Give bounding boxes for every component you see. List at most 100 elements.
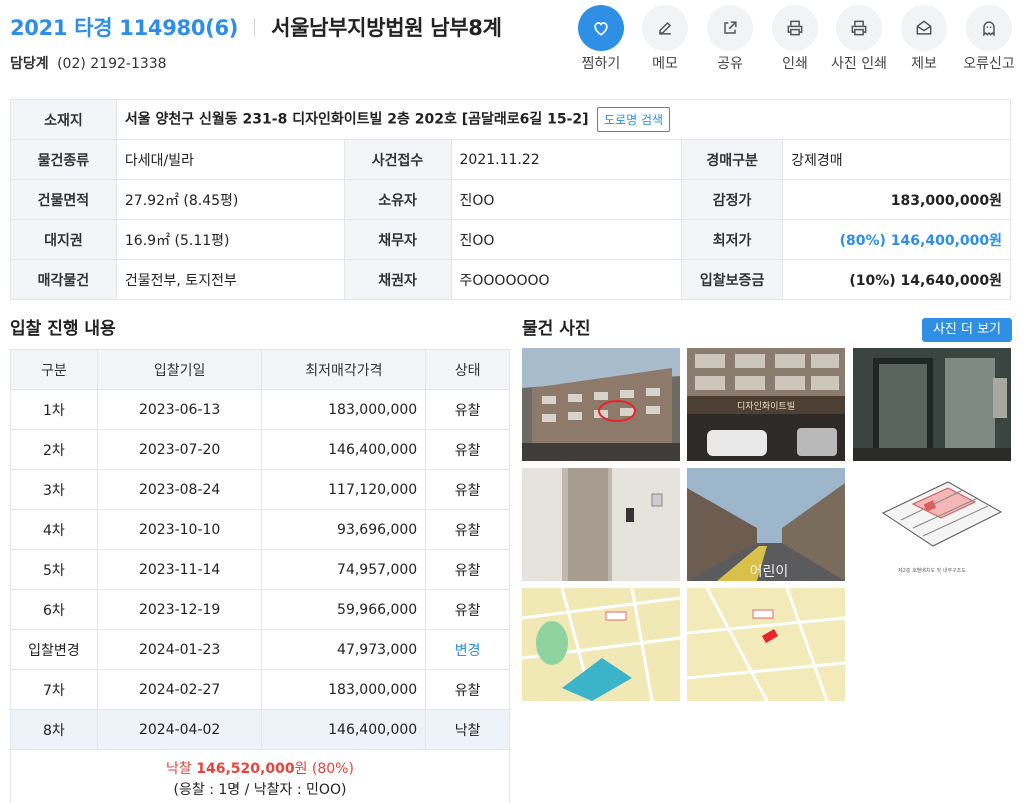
favorite-label: 찜하기	[581, 56, 621, 72]
case-number: 2021 타경 114980(6)	[10, 16, 239, 40]
info-label: 건물면적	[10, 179, 117, 220]
table-row: 7차 2024-02-27 183,000,000 유찰	[10, 669, 510, 710]
bid-status: 유찰	[425, 429, 510, 470]
print-label: 인쇄	[782, 56, 808, 72]
address-row: 소재지 서울 양천구 신월동 231-8 디자인화이트빌 2층 202호 [곰달…	[10, 99, 1012, 140]
info-value: 건물전부, 토지전부	[115, 259, 345, 300]
info-value: 2021.11.22	[450, 139, 683, 180]
bid-price: 93,696,000	[261, 509, 427, 550]
bid-round: 2차	[10, 429, 98, 470]
bid-price: 183,000,000	[261, 669, 427, 710]
edit-icon	[642, 5, 688, 51]
bid-date: 2024-02-27	[96, 669, 263, 710]
bid-price: 146,400,000	[261, 429, 427, 470]
floor-plan-image[interactable]: 제2층 호별배치도 및 내부구조도	[853, 468, 1011, 581]
share-button[interactable]: 공유	[698, 4, 762, 72]
property-photo[interactable]: 디자인화이트빌	[687, 348, 845, 461]
location-map[interactable]	[687, 588, 845, 701]
bid-date: 2024-01-23	[96, 629, 263, 670]
bid-round: 입찰변경	[10, 629, 98, 670]
location-map[interactable]	[522, 588, 680, 701]
info-label: 경매구분	[681, 139, 784, 180]
report-button[interactable]: 제보	[892, 4, 956, 72]
more-photos-button[interactable]: 사진 더 보기	[922, 318, 1012, 342]
address-text: 서울 양천구 신월동 231-8 디자인화이트빌 2층 202호 [곰달래로6길…	[124, 111, 589, 128]
bid-status: 유찰	[425, 469, 510, 510]
ghost-icon	[966, 5, 1012, 51]
info-label: 감정가	[681, 179, 784, 220]
bid-status: 변경	[425, 629, 510, 670]
deposit-value: (10%) 14,640,000원	[782, 259, 1011, 300]
road-search-button[interactable]: 도로명 검색	[597, 107, 671, 132]
appraisal-value: 183,000,000원	[782, 179, 1011, 220]
property-photo[interactable]	[853, 348, 1011, 461]
bid-price: 74,957,000	[261, 549, 427, 590]
result-unit: 원	[294, 760, 308, 777]
bid-date: 2023-10-10	[96, 509, 263, 550]
info-label: 대지권	[10, 219, 117, 260]
info-value: 다세대/빌라	[115, 139, 345, 180]
print-icon	[836, 5, 882, 51]
column-header: 최저매각가격	[261, 349, 427, 390]
bid-price: 59,966,000	[261, 589, 427, 630]
column-header: 입찰기일	[96, 349, 263, 390]
bid-round: 8차	[10, 709, 98, 750]
photo-print-button[interactable]: 사진 인쇄	[827, 4, 891, 72]
memo-button[interactable]: 메모	[633, 4, 697, 72]
table-row: 8차 2024-04-02 146,400,000 낙찰	[10, 709, 510, 750]
property-info-table: 소재지 서울 양천구 신월동 231-8 디자인화이트빌 2층 202호 [곰달…	[10, 99, 1012, 300]
info-row: 건물면적 27.92㎡ (8.45평) 소유자 진OO 감정가 183,000,…	[10, 179, 1011, 220]
bid-date: 2023-11-14	[96, 549, 263, 590]
info-label: 물건종류	[10, 139, 117, 180]
report-label: 제보	[911, 56, 937, 72]
property-photo[interactable]	[522, 348, 680, 461]
info-value: 진OO	[450, 219, 683, 260]
error-report-button[interactable]: 오류신고	[957, 4, 1021, 72]
column-header: 구분	[10, 349, 98, 390]
print-button[interactable]: 인쇄	[763, 4, 827, 72]
bid-status: 낙찰	[425, 709, 510, 750]
info-row: 대지권 16.9㎡ (5.11평) 채무자 진OO 최저가 (80%) 146,…	[10, 219, 1011, 260]
info-value: 주OOOOOOO	[450, 259, 683, 300]
floor-plan-caption: 제2층 호별배치도 및 내부구조도	[898, 567, 966, 574]
print-icon	[772, 5, 818, 51]
info-row: 물건종류 다세대/빌라 사건접수 2021.11.22 경매구분 강제경매	[10, 139, 1011, 180]
bid-status: 유찰	[425, 549, 510, 590]
mail-icon	[901, 5, 947, 51]
result-percent: (80%)	[311, 760, 354, 777]
property-photo[interactable]: 어린이	[687, 468, 845, 581]
memo-label: 메모	[652, 56, 678, 72]
info-value: 강제경매	[782, 139, 1011, 180]
table-row: 2차 2023-07-20 146,400,000 유찰	[10, 429, 510, 470]
photo-section-title: 물건 사진	[522, 319, 591, 339]
bid-round: 3차	[10, 469, 98, 510]
property-photo[interactable]	[522, 468, 680, 581]
bid-status: 유찰	[425, 589, 510, 630]
court-name: 서울남부지방법원 남부8계	[271, 16, 502, 40]
result-price: 146,520,000	[196, 760, 295, 777]
result-detail: (응찰 : 1명 / 낙찰자 : 민OO)	[173, 781, 347, 798]
table-row: 3차 2023-08-24 117,120,000 유찰	[10, 469, 510, 510]
info-value: 16.9㎡ (5.11평)	[115, 219, 345, 260]
heart-icon	[578, 5, 624, 51]
bid-round: 4차	[10, 509, 98, 550]
bid-section-title: 입찰 진행 내용	[10, 319, 116, 339]
photo-print-label: 사진 인쇄	[831, 56, 887, 72]
bid-round: 7차	[10, 669, 98, 710]
contact-phone: (02) 2192-1338	[57, 56, 167, 72]
bid-date: 2024-04-02	[96, 709, 263, 750]
bid-price: 183,000,000	[261, 389, 427, 430]
column-header: 상태	[425, 349, 510, 390]
address-cell: 서울 양천구 신월동 231-8 디자인화이트빌 2층 202호 [곰달래로6길…	[115, 99, 1012, 140]
minimum-price-value: (80%) 146,400,000원	[782, 219, 1011, 260]
table-row: 1차 2023-06-13 183,000,000 유찰	[10, 389, 510, 430]
result-label: 낙찰	[166, 760, 192, 777]
info-label: 채무자	[343, 219, 452, 260]
favorite-button[interactable]: 찜하기	[569, 4, 633, 72]
info-label: 입찰보증금	[681, 259, 784, 300]
bid-result: 낙찰 146,520,000원 (80%) (응찰 : 1명 / 낙찰자 : 민…	[10, 749, 510, 803]
bid-round: 6차	[10, 589, 98, 630]
address-label: 소재지	[10, 99, 117, 140]
bid-status: 유찰	[425, 669, 510, 710]
info-value: 27.92㎡ (8.45평)	[115, 179, 345, 220]
